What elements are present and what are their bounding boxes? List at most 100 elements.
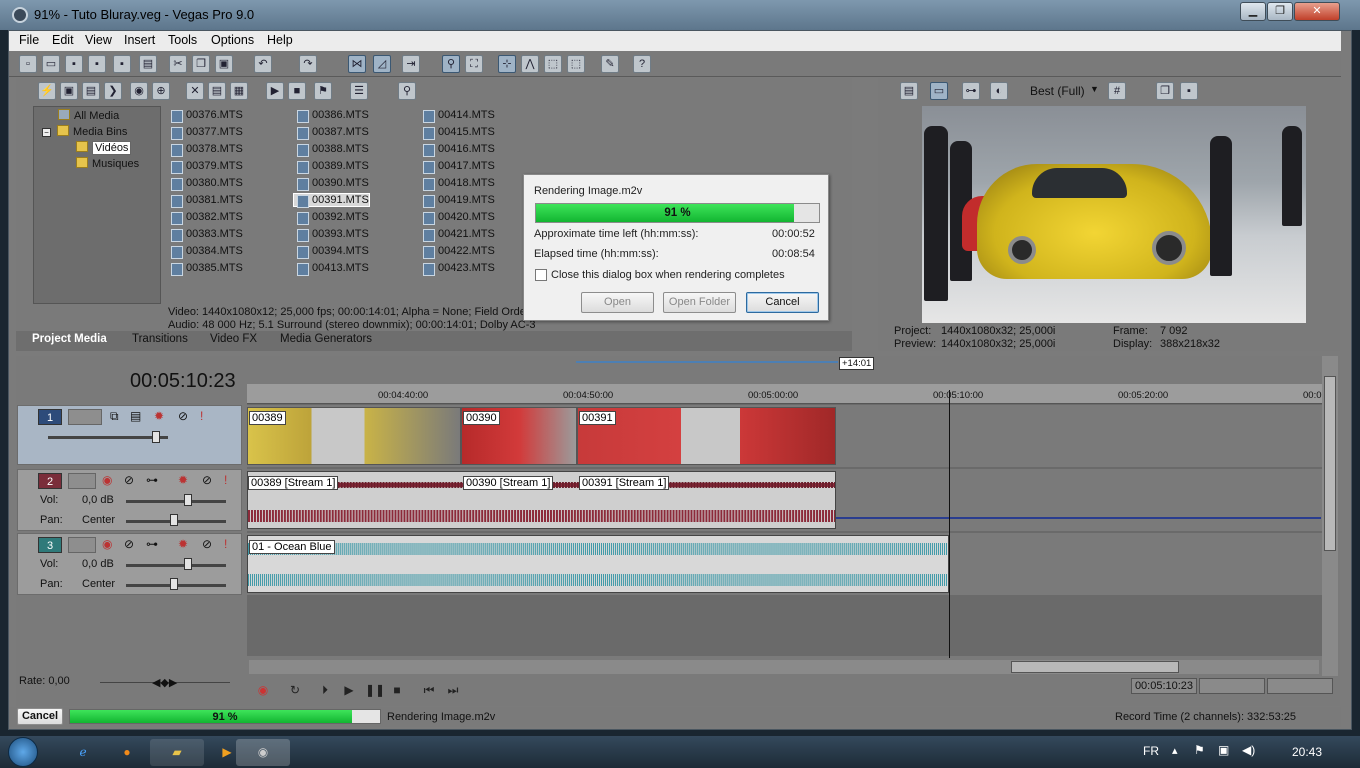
mute-icon[interactable]: ⊘ <box>202 537 212 551</box>
audio-clip[interactable]: 01 - Ocean Blue <box>247 535 949 593</box>
media-file-item[interactable]: 00416.MTS <box>420 143 495 157</box>
stop-icon[interactable]: ■ <box>389 682 405 698</box>
media-file-item[interactable]: 00418.MTS <box>420 177 495 191</box>
play-icon[interactable]: ▶ <box>341 682 357 698</box>
media-file-item[interactable]: 00388.MTS <box>294 143 369 157</box>
explorer-icon[interactable]: ▰ <box>150 739 204 766</box>
normal-edit-tool-icon[interactable]: ⊹ <box>498 55 516 73</box>
capture-video-icon[interactable]: ▣ <box>60 82 78 100</box>
paste-icon[interactable]: ▣ <box>215 55 233 73</box>
go-to-start-icon[interactable]: ⏮ <box>421 682 437 698</box>
close-when-done-checkbox[interactable] <box>535 269 547 281</box>
tab-video-fx[interactable]: Video FX <box>210 333 257 345</box>
tree-media-bins[interactable]: − Media Bins <box>42 125 127 138</box>
media-file-item[interactable]: 00389.MTS <box>294 160 369 174</box>
track-header-audio-3[interactable]: 3 ◉ ⊘ ⊶ ✹ ⊘ ! Vol: 0,0 dB Pan: Center <box>17 533 242 595</box>
tab-media-generators[interactable]: Media Generators <box>280 333 372 345</box>
media-file-item[interactable]: 00423.MTS <box>420 262 495 276</box>
media-file-item[interactable]: 00376.MTS <box>168 109 243 123</box>
media-file-item[interactable]: 00414.MTS <box>420 109 495 123</box>
save-snapshot-icon[interactable]: ▪ <box>1180 82 1198 100</box>
loop-region-bar[interactable] <box>576 361 838 363</box>
copy-icon[interactable]: ❐ <box>192 55 210 73</box>
volume-envelope[interactable] <box>836 517 1321 519</box>
vegas-taskbar-icon[interactable]: ◉ <box>236 739 290 766</box>
menu-edit[interactable]: Edit <box>52 33 74 47</box>
get-media-icon[interactable]: ▤ <box>82 82 100 100</box>
media-properties-icon[interactable]: ▤ <box>208 82 226 100</box>
mute-icon[interactable]: ⊘ <box>202 473 212 487</box>
external-monitor-icon[interactable]: ▭ <box>930 82 948 100</box>
media-file-item[interactable]: 00393.MTS <box>294 228 369 242</box>
preview-properties-icon[interactable]: ▤ <box>900 82 918 100</box>
cut-icon[interactable]: ✂ <box>169 55 187 73</box>
media-file-item[interactable]: 00415.MTS <box>420 126 495 140</box>
menu-options[interactable]: Options <box>211 33 254 47</box>
volume-slider[interactable] <box>126 564 226 567</box>
copy-snapshot-icon[interactable]: ❐ <box>1156 82 1174 100</box>
pan-knob[interactable] <box>170 578 178 590</box>
media-file-item[interactable]: 00392.MTS <box>294 211 369 225</box>
ignore-grouping-icon[interactable]: ⛶ <box>465 55 483 73</box>
loop-icon[interactable]: ↻ <box>287 682 303 698</box>
track-name-field[interactable] <box>68 409 102 425</box>
vertical-scrollbar[interactable] <box>1322 356 1338 676</box>
media-file-item[interactable]: 00381.MTS <box>168 194 243 208</box>
selection-end-field[interactable] <box>1199 678 1265 694</box>
media-file-item[interactable]: 00384.MTS <box>168 245 243 259</box>
media-file-item[interactable]: 00386.MTS <box>294 109 369 123</box>
track-name-field[interactable] <box>68 473 96 489</box>
track-effects-icon[interactable]: ✹ <box>154 409 164 423</box>
media-file-item[interactable]: 00421.MTS <box>420 228 495 242</box>
track-effects-icon[interactable]: ✹ <box>178 473 188 487</box>
volume-icon[interactable]: ◀) <box>1242 743 1255 757</box>
minimize-button[interactable]: ▁ <box>1240 2 1266 21</box>
video-clip[interactable]: 00390 <box>461 407 577 465</box>
track-fx-icon[interactable]: ⊶ <box>146 537 158 551</box>
track-header-video-1[interactable]: 1 ⧉ ▤ ✹ ⊘ ! <box>17 405 242 465</box>
media-file-item[interactable]: 00391.MTS <box>293 193 370 208</box>
media-file-item[interactable]: 00377.MTS <box>168 126 243 140</box>
close-button[interactable]: ✕ <box>1294 2 1340 21</box>
open-folder-button[interactable]: Open Folder <box>663 292 736 313</box>
media-file-item[interactable]: 00378.MTS <box>168 143 243 157</box>
play-from-start-icon[interactable]: ⏵ <box>317 682 333 698</box>
help-pointer-icon[interactable]: ? <box>633 55 651 73</box>
menu-tools[interactable]: Tools <box>168 33 197 47</box>
rate-handle-icon[interactable]: ◀◆▶ <box>152 676 177 689</box>
media-file-item[interactable]: 00422.MTS <box>420 245 495 259</box>
overlays-icon[interactable]: # <box>1108 82 1126 100</box>
media-file-item[interactable]: 00383.MTS <box>168 228 243 242</box>
get-photos-icon[interactable]: ◉ <box>130 82 148 100</box>
menu-help[interactable]: Help <box>267 33 293 47</box>
menu-file[interactable]: File <box>19 33 39 47</box>
tab-transitions[interactable]: Transitions <box>132 333 188 345</box>
arm-record-icon[interactable]: ◉ <box>102 473 112 487</box>
remove-media-icon[interactable]: ✕ <box>186 82 204 100</box>
media-file-item[interactable]: 00380.MTS <box>168 177 243 191</box>
render-icon[interactable]: ▪ <box>113 55 131 73</box>
volume-knob[interactable] <box>184 494 192 506</box>
tree-music[interactable]: Musiques <box>76 157 139 170</box>
maximize-button[interactable]: ❐ <box>1267 2 1293 21</box>
horizontal-scrollbar[interactable] <box>249 660 1319 674</box>
preview-quality-select[interactable]: Best (Full) <box>1030 84 1085 98</box>
zoom-tool-icon[interactable]: ⬚ <box>567 55 585 73</box>
zoom-search-icon[interactable]: ⚲ <box>398 82 416 100</box>
media-file-item[interactable]: 00387.MTS <box>294 126 369 140</box>
menu-view[interactable]: View <box>85 33 112 47</box>
search-media-icon[interactable]: ⊕ <box>152 82 170 100</box>
cancel-render-button[interactable]: Cancel <box>746 292 819 313</box>
tray-arrow-icon[interactable]: ▴ <box>1172 744 1178 757</box>
paint-icon[interactable]: ✎ <box>601 55 619 73</box>
split-screen-icon[interactable]: ◐ <box>990 82 1008 100</box>
level-knob[interactable] <box>152 431 160 443</box>
tab-project-media[interactable]: Project Media <box>32 333 107 345</box>
open-button[interactable]: Open <box>581 292 654 313</box>
selection-tool-icon[interactable]: ⬚ <box>544 55 562 73</box>
import-media-icon[interactable]: ⚡ <box>38 82 56 100</box>
pause-icon[interactable]: ❚❚ <box>365 682 385 698</box>
lock-envelopes-icon[interactable]: ⚲ <box>442 55 460 73</box>
language-indicator[interactable]: FR <box>1143 744 1159 758</box>
record-icon[interactable]: ◉ <box>255 682 271 698</box>
